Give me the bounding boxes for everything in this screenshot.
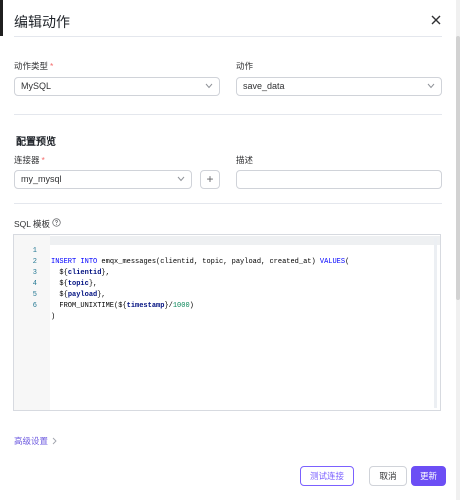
- chevron-down-icon: [205, 83, 213, 89]
- code-line: 3 ${topic},: [14, 257, 97, 288]
- code-line: 6 ): [14, 290, 55, 321]
- action-label: 动作: [236, 61, 254, 71]
- dialog-title: 编辑动作: [14, 14, 70, 30]
- chevron-right-icon[interactable]: [52, 437, 57, 445]
- action-type-value: MySQL: [21, 81, 52, 91]
- active-line-highlight: [50, 236, 440, 245]
- divider: [14, 203, 442, 204]
- action-select[interactable]: save_data: [236, 77, 442, 96]
- code-text: FROM_UNIXTIME(${timestamp}/1000): [51, 302, 194, 310]
- code-line: 1 INSERT INTO emqx_messages(clientid, to…: [14, 235, 350, 266]
- description-input[interactable]: [236, 170, 442, 189]
- test-connection-button[interactable]: 测试连接: [300, 466, 354, 486]
- divider: [14, 36, 442, 37]
- line-number: 6: [32, 302, 37, 310]
- chevron-down-icon: [177, 176, 185, 182]
- code-text: ${clientid},: [51, 269, 110, 277]
- chevron-down-icon: [427, 83, 435, 89]
- page-scrollbar[interactable]: [456, 0, 460, 500]
- description-label: 描述: [236, 155, 254, 165]
- code-line: 4 ${payload},: [14, 268, 106, 299]
- code-text: INSERT INTO emqx_messages(clientid, topi…: [51, 258, 350, 266]
- add-connector-button[interactable]: +: [200, 170, 220, 189]
- code-text: ${payload},: [51, 291, 106, 299]
- advanced-settings-toggle[interactable]: 高级设置: [14, 435, 48, 447]
- action-type-label: 动作类型 *: [14, 61, 54, 71]
- divider: [14, 114, 442, 115]
- action-value: save_data: [243, 81, 285, 91]
- update-button[interactable]: 更新: [411, 466, 446, 486]
- cancel-button[interactable]: 取消: [369, 466, 407, 486]
- page-scrollbar-thumb[interactable]: [456, 36, 460, 300]
- connector-value: my_mysql: [21, 174, 62, 184]
- sql-editor[interactable]: 1 INSERT INTO emqx_messages(clientid, to…: [13, 234, 441, 411]
- code-text: ${topic},: [51, 280, 98, 288]
- plus-icon: +: [206, 172, 214, 186]
- action-type-select[interactable]: MySQL: [14, 77, 220, 96]
- code-line: 5 FROM_UNIXTIME(${timestamp}/1000): [14, 279, 194, 310]
- code-text: ): [51, 313, 56, 321]
- connector-select[interactable]: my_mysql: [14, 170, 192, 189]
- editor-scrollbar[interactable]: [434, 238, 437, 408]
- close-icon[interactable]: [428, 12, 444, 28]
- edit-action-dialog: 编辑动作 动作类型 * MySQL 动作 save_data 配置预览 连接器 * …: [0, 0, 456, 500]
- connector-label: 连接器 *: [14, 155, 45, 165]
- code-line: 2 ${clientid},: [14, 246, 110, 277]
- config-preview-title: 配置预览: [16, 137, 56, 148]
- sql-template-label: SQL 模板: [14, 219, 51, 229]
- help-circle-icon[interactable]: [52, 218, 61, 227]
